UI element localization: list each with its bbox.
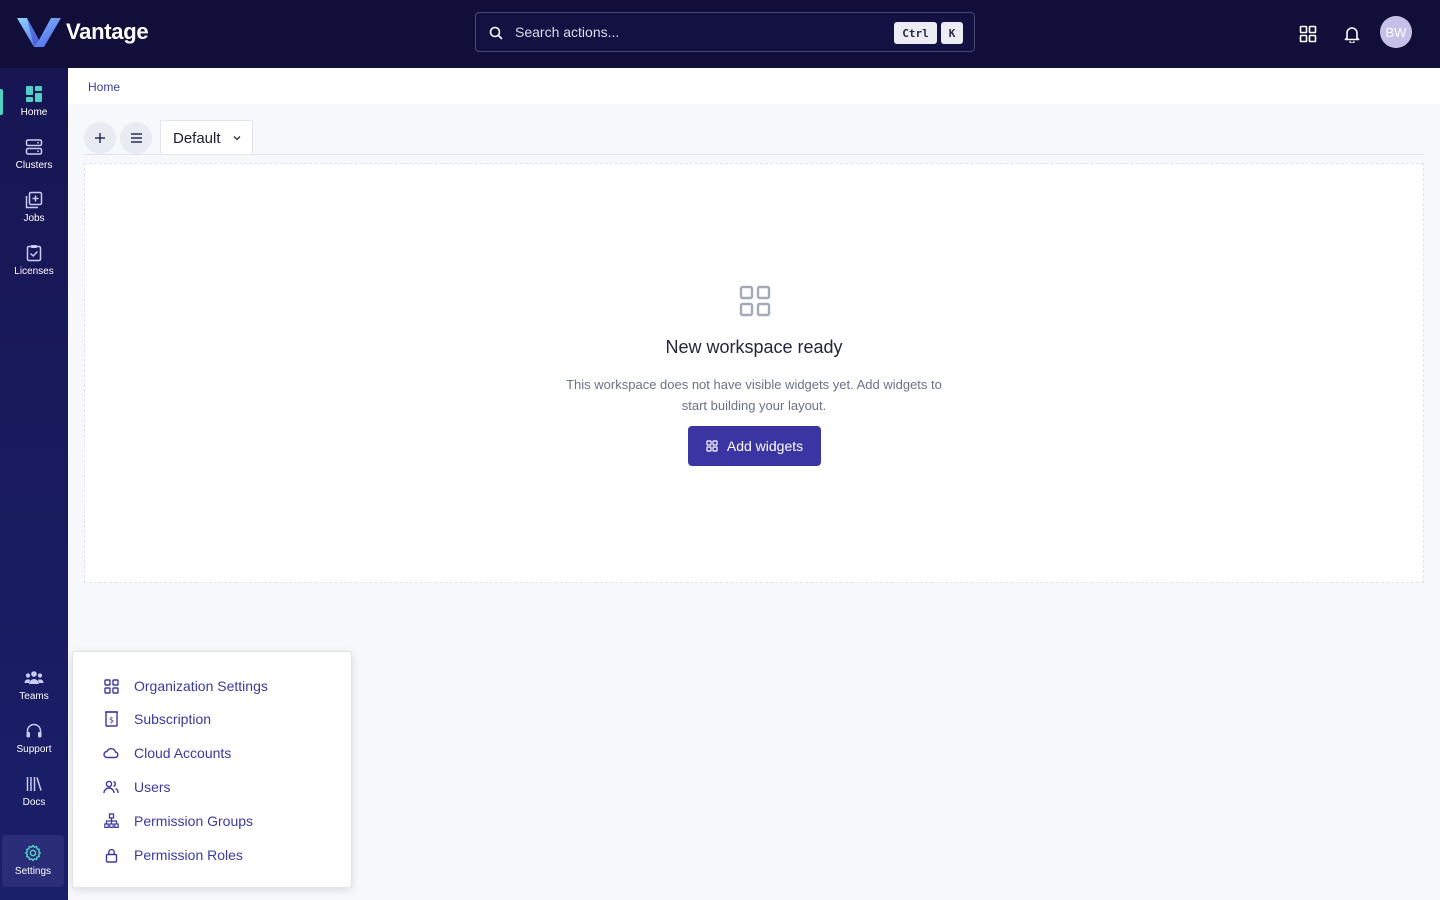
menu-item-subscription[interactable]: $ Subscription (103, 707, 211, 731)
plus-icon (95, 133, 105, 143)
server-icon (24, 137, 44, 157)
add-workspace-button[interactable] (84, 122, 116, 154)
teams-icon (24, 668, 44, 688)
user-avatar[interactable]: BW (1380, 16, 1412, 48)
sidebar-item-label: Settings (14, 866, 52, 877)
tab-divider (84, 154, 1424, 155)
sidebar-item-clusters[interactable]: Clusters (0, 137, 68, 187)
hamburger-icon (130, 133, 142, 143)
search-icon (489, 26, 503, 40)
grid-icon (103, 678, 119, 694)
lock-icon (103, 847, 119, 863)
svg-text:$: $ (108, 716, 113, 725)
dashboard-icon (24, 84, 44, 104)
bell-icon (1344, 27, 1360, 43)
menu-item-label: Organization Settings (134, 678, 268, 694)
sidebar-item-support[interactable]: Support (0, 721, 68, 771)
menu-item-label: Permission Groups (134, 813, 254, 829)
settings-menu: Organization Settings $ Subscription Clo… (72, 651, 352, 888)
search-bar[interactable]: Ctrl K (475, 12, 975, 52)
chevron-down-icon (233, 136, 240, 141)
sidebar-item-jobs[interactable]: Jobs (0, 190, 68, 240)
workspace-canvas: New workspace ready This workspace does … (84, 163, 1424, 583)
tab-label: Default (173, 129, 221, 147)
sidebar-item-licenses[interactable]: Licenses (0, 243, 68, 293)
workspace-menu-button[interactable] (120, 122, 152, 154)
menu-item-cloud-accounts[interactable]: Cloud Accounts (103, 741, 231, 765)
library-icon (24, 774, 44, 794)
sidebar-item-label: Home (20, 107, 48, 118)
tab-default[interactable]: Default (160, 120, 253, 155)
breadcrumb-bar: Home (68, 68, 1440, 104)
empty-state-description: This workspace does not have visible wid… (566, 377, 942, 413)
shortcut-key-ctrl: Ctrl (894, 22, 937, 44)
menu-item-label: Subscription (134, 711, 212, 727)
menu-item-organization-settings[interactable]: Organization Settings (103, 674, 268, 698)
add-widgets-label: Add widgets (726, 438, 804, 454)
app-name: Vantage (66, 19, 149, 44)
notifications-button[interactable] (1340, 22, 1364, 46)
apps-grid-button[interactable] (1296, 22, 1320, 46)
clipboard-check-icon (24, 243, 44, 263)
menu-item-permission-groups[interactable]: Permission Groups (103, 809, 253, 833)
empty-state-title: New workspace ready (665, 337, 843, 357)
app-logo[interactable]: Vantage (16, 16, 149, 48)
shortcut-key-k: K (941, 22, 963, 44)
invoice-icon: $ (103, 711, 119, 727)
hierarchy-icon (103, 813, 119, 829)
gear-icon (23, 843, 43, 863)
grid-icon (706, 440, 718, 452)
users-icon (103, 779, 119, 795)
sidebar-item-teams[interactable]: Teams (0, 668, 68, 718)
headset-icon (24, 721, 44, 741)
menu-item-permission-roles[interactable]: Permission Roles (103, 843, 243, 867)
menu-item-users[interactable]: Users (103, 775, 171, 799)
sidebar-item-label: Teams (19, 691, 49, 702)
sidebar-item-label: Docs (22, 797, 46, 808)
sidebar-item-label: Support (16, 744, 52, 755)
sidebar-item-home[interactable]: Home (0, 84, 68, 134)
breadcrumb-home[interactable]: Home (88, 80, 120, 94)
add-widgets-button[interactable]: Add widgets (688, 426, 821, 466)
cloud-icon (103, 745, 119, 761)
sidebar-item-label: Jobs (23, 213, 45, 224)
sidebar: Home Clusters Jobs Licenses Teams Suppor… (0, 68, 68, 900)
sidebar-item-settings[interactable]: Settings (2, 835, 64, 887)
sidebar-item-label: Licenses (14, 266, 54, 277)
add-square-icon (24, 190, 44, 210)
widgets-grid-icon (739, 285, 771, 317)
menu-item-label: Users (134, 779, 171, 795)
menu-item-label: Permission Roles (134, 847, 243, 863)
search-input[interactable] (515, 21, 885, 43)
vantage-logo-mark (17, 18, 61, 47)
top-bar: Vantage Ctrl K BW (0, 0, 1440, 68)
menu-item-label: Cloud Accounts (134, 745, 232, 761)
sidebar-item-label: Clusters (15, 160, 53, 171)
sidebar-item-docs[interactable]: Docs (0, 774, 68, 824)
apps-grid-icon (1299, 25, 1317, 43)
